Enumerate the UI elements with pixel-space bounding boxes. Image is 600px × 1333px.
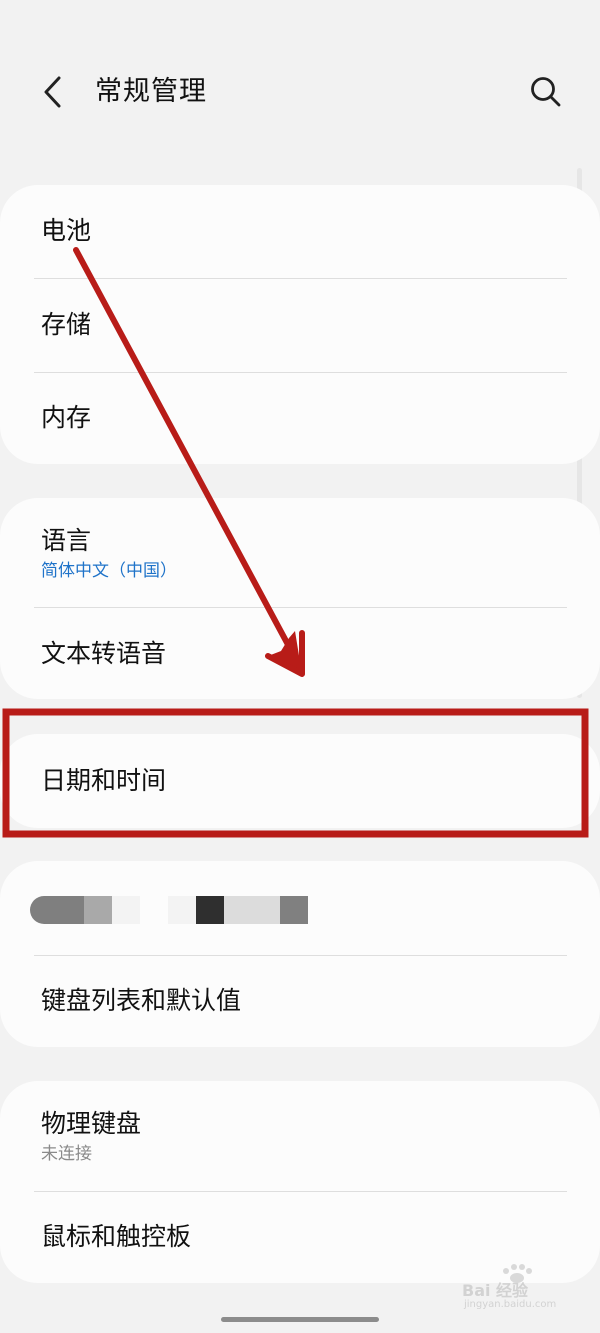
pixel-block [112, 896, 140, 924]
settings-item-memory[interactable]: 内存 [0, 373, 600, 464]
pixel-block [224, 896, 280, 924]
pixel-block [84, 896, 112, 924]
settings-item-label: 内存 [41, 403, 92, 432]
watermark-url: jingyan.baidu.com [464, 1299, 557, 1310]
settings-item-label: 键盘列表和默认值 [41, 986, 242, 1015]
settings-item-label: 电池 [41, 216, 92, 245]
settings-group-keyboard: 键盘列表和默认值 [0, 861, 600, 1047]
search-button[interactable] [524, 70, 568, 114]
settings-item-subtitle: 简体中文（中国） [41, 561, 177, 581]
settings-screen: 常规管理 电池 存储 内存 语言 简体中文（中国） 文本转语音 日期和时间 键盘… [0, 0, 600, 1333]
pixel-block [196, 896, 224, 924]
settings-item-label: 日期和时间 [41, 766, 167, 795]
settings-item-obscured[interactable] [0, 861, 600, 955]
chevron-left-icon [44, 76, 61, 108]
home-indicator[interactable] [221, 1317, 379, 1322]
settings-item-date-time[interactable]: 日期和时间 [0, 734, 600, 828]
settings-item-label: 语言 [41, 526, 92, 555]
back-button[interactable] [32, 70, 76, 114]
settings-group-date-time: 日期和时间 [0, 734, 600, 828]
settings-item-keyboard-list[interactable]: 键盘列表和默认值 [0, 956, 600, 1047]
pixel-block [168, 896, 196, 924]
obscured-label [30, 896, 310, 924]
watermark: Bai 经验 jingyan.baidu.com [458, 1264, 578, 1313]
settings-group-device-care: 电池 存储 内存 [0, 185, 600, 464]
settings-item-battery[interactable]: 电池 [0, 185, 600, 278]
settings-item-label: 存储 [41, 310, 92, 339]
settings-item-subtitle: 未连接 [41, 1144, 92, 1164]
settings-item-storage[interactable]: 存储 [0, 279, 600, 372]
settings-item-label: 鼠标和触控板 [41, 1222, 192, 1251]
pixel-block [30, 896, 84, 924]
search-icon [531, 77, 561, 107]
settings-group-language: 语言 简体中文（中国） 文本转语音 [0, 498, 600, 699]
settings-item-tts[interactable]: 文本转语音 [0, 608, 600, 699]
settings-item-label: 物理键盘 [41, 1109, 142, 1138]
page-title: 常规管理 [95, 76, 207, 107]
settings-item-language[interactable]: 语言 简体中文（中国） [0, 498, 600, 607]
settings-item-label: 文本转语音 [41, 639, 167, 668]
settings-item-physical-keyboard[interactable]: 物理键盘 未连接 [0, 1081, 600, 1191]
pixel-block [280, 896, 308, 924]
watermark-text: Bai 经验 [462, 1281, 529, 1300]
app-header: 常规管理 [0, 0, 600, 185]
settings-group-input-devices: 物理键盘 未连接 鼠标和触控板 [0, 1081, 600, 1283]
